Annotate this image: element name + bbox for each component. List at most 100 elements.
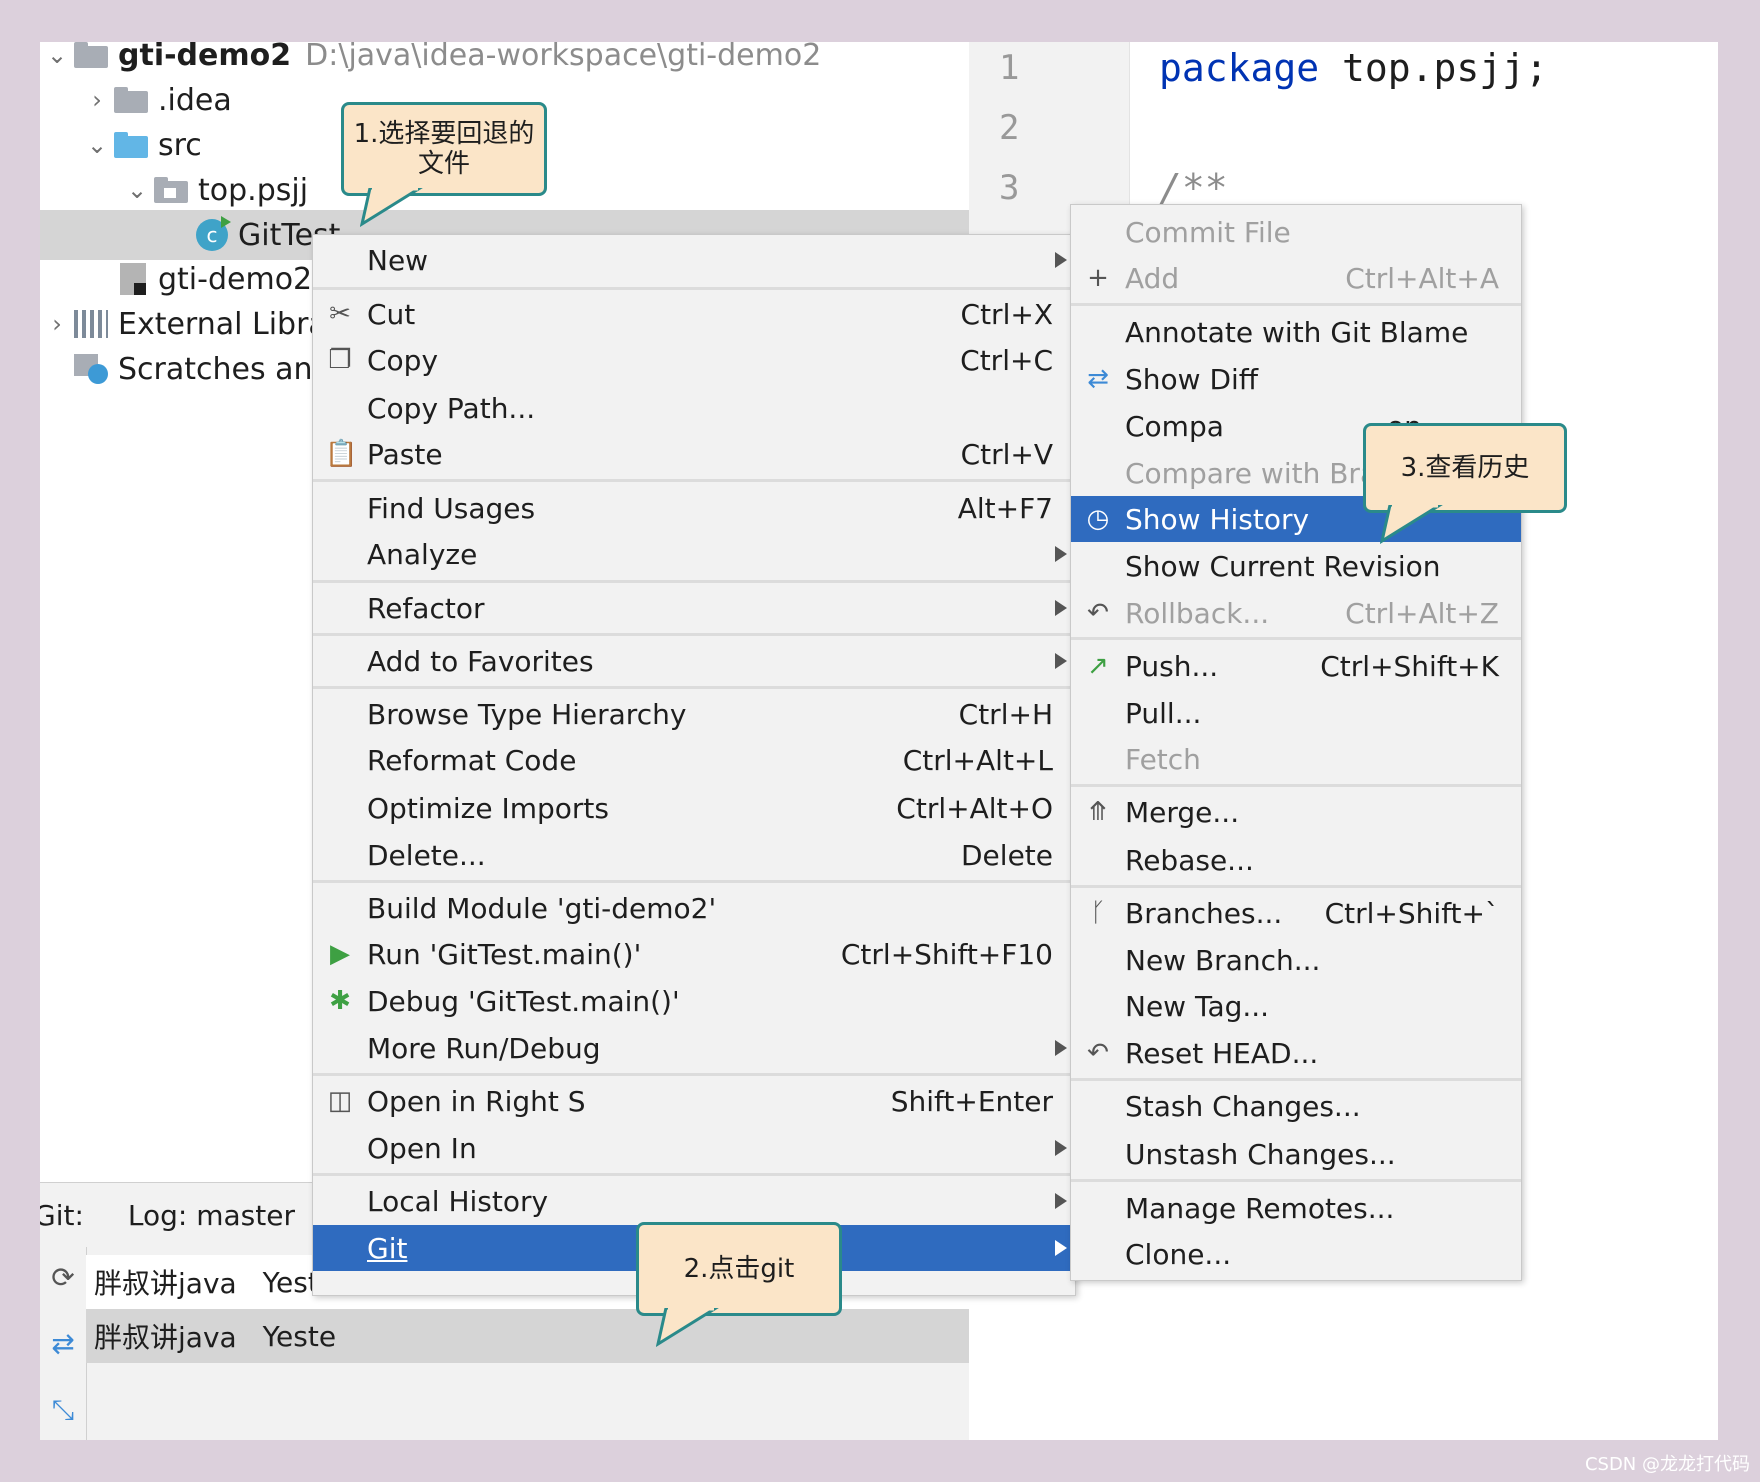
menu-item-optimize[interactable]: Optimize Imports Ctrl+Alt+O — [313, 785, 1075, 831]
menu-item-unstash[interactable]: Unstash Changes... — [1071, 1131, 1521, 1177]
menu-label: Reset HEAD... — [1125, 1036, 1319, 1070]
menu-label: Stash Changes... — [1125, 1089, 1361, 1123]
menu-label: Build Module 'gti-demo2' — [367, 891, 717, 925]
menu-label: Open In — [367, 1131, 477, 1165]
commit-row[interactable]: 胖叔讲java Yeste — [86, 1309, 969, 1363]
debug-bug-icon: ✱ — [329, 986, 351, 1016]
reset-icon: ↶ — [1087, 1038, 1109, 1068]
shortcut: Ctrl+X — [960, 297, 1053, 331]
shortcut: Ctrl+Shift+F10 — [840, 937, 1053, 971]
menu-label: Find Usages — [367, 491, 536, 525]
chevron-down-icon[interactable]: ⌄ — [80, 131, 114, 159]
menu-item-manage-remotes[interactable]: Manage Remotes... — [1071, 1185, 1521, 1231]
menu-label: Add to Favorites — [367, 644, 594, 678]
menu-label: Commit File — [1125, 215, 1291, 249]
separator — [313, 633, 1075, 636]
menu-item-reset-head[interactable]: ↶ Reset HEAD... — [1071, 1030, 1521, 1076]
menu-item-reformat[interactable]: Reformat Code Ctrl+Alt+L — [313, 737, 1075, 783]
menu-item-merge[interactable]: ⤊ Merge... — [1071, 789, 1521, 835]
menu-item-local-history[interactable]: Local History — [313, 1178, 1075, 1224]
tree-item-idea[interactable]: › .idea — [80, 75, 232, 125]
menu-item-new-tag[interactable]: New Tag... — [1071, 983, 1521, 1029]
menu-label: Branches... — [1125, 896, 1283, 930]
merge-icon: ⤊ — [1087, 797, 1109, 827]
keyword: package — [1159, 46, 1320, 90]
submenu-arrow-icon — [1055, 653, 1067, 669]
menu-label: Copy — [367, 343, 439, 377]
shortcut: Ctrl+Alt+A — [1345, 261, 1499, 295]
menu-label: Unstash Changes... — [1125, 1137, 1396, 1171]
separator — [313, 287, 1075, 290]
submenu-arrow-icon — [1055, 600, 1067, 616]
git-side-toolbar: ⟳ ⇄ ⤡ — [40, 1247, 87, 1440]
menu-label: Manage Remotes... — [1125, 1191, 1395, 1225]
menu-item-commit-file[interactable]: Commit File — [1071, 209, 1521, 255]
tree-item-src[interactable]: ⌄ src — [80, 120, 202, 170]
menu-label: Optimize Imports — [367, 791, 609, 825]
menu-item-stash[interactable]: Stash Changes... — [1071, 1083, 1521, 1129]
callout-step3: 3.查看历史 — [1363, 423, 1567, 513]
menu-item-more-run[interactable]: More Run/Debug — [313, 1025, 1075, 1071]
git-submenu: Commit File + Add Ctrl+Alt+A Annotate with… — [1070, 204, 1522, 1281]
tree-item-package[interactable]: ⌄ top.psjj — [120, 165, 308, 215]
shortcut: Shift+Enter — [890, 1084, 1053, 1118]
menu-item-new-branch[interactable]: New Branch... — [1071, 937, 1521, 983]
project-path: D:\java\idea-workspace\gti-demo2 — [305, 42, 822, 73]
menu-item-annotate[interactable]: Annotate with Git Blame — [1071, 309, 1521, 355]
chevron-down-icon[interactable]: ⌄ — [120, 176, 154, 204]
menu-item-build-module[interactable]: Build Module 'gti-demo2' — [313, 885, 1075, 931]
shortcut: Ctrl+Shift+` — [1324, 896, 1499, 930]
menu-label: Local History — [367, 1184, 549, 1218]
watermark: CSDN @龙龙打代码 — [1584, 1454, 1750, 1475]
line-number: 1 — [999, 48, 1020, 88]
collapse-icon[interactable]: ⤡ — [46, 1393, 80, 1427]
diff-arrows-icon[interactable]: ⇄ — [46, 1327, 80, 1361]
menu-item-rollback[interactable]: ↶ Rollback... Ctrl+Alt+Z — [1071, 590, 1521, 636]
menu-item-cut[interactable]: ✂ Cut Ctrl+X — [313, 291, 1075, 337]
menu-item-browse-type[interactable]: Browse Type Hierarchy Ctrl+H — [313, 691, 1075, 737]
menu-item-add-favorites[interactable]: Add to Favorites — [313, 638, 1075, 684]
menu-item-find-usages[interactable]: Find Usages Alt+F7 — [313, 485, 1075, 531]
menu-item-pull[interactable]: Pull... — [1071, 690, 1521, 736]
menu-item-new[interactable]: New — [313, 237, 1075, 283]
menu-item-show-diff[interactable]: ⇄ Show Diff — [1071, 356, 1521, 402]
menu-item-open-right[interactable]: ◫ Open in Right S Shift+Enter — [313, 1078, 1075, 1124]
menu-item-analyze[interactable]: Analyze — [313, 531, 1075, 577]
chevron-right-icon[interactable]: › — [80, 86, 114, 114]
menu-item-delete[interactable]: Delete... Delete — [313, 832, 1075, 878]
menu-item-debug[interactable]: ✱ Debug 'GitTest.main()' — [313, 978, 1075, 1024]
log-tab[interactable]: Log: master — [128, 1199, 295, 1232]
menu-item-push[interactable]: ↗ Push... Ctrl+Shift+K — [1071, 643, 1521, 689]
menu-item-copy-path[interactable]: Copy Path... — [313, 385, 1075, 431]
menu-item-add[interactable]: + Add Ctrl+Alt+A — [1071, 255, 1521, 301]
menu-item-fetch[interactable]: Fetch — [1071, 736, 1521, 782]
menu-item-paste[interactable]: 📋 Paste Ctrl+V — [313, 431, 1075, 477]
refresh-icon[interactable]: ⟳ — [46, 1261, 80, 1295]
menu-item-clone[interactable]: Clone... — [1071, 1231, 1521, 1277]
submenu-arrow-icon — [1055, 1240, 1067, 1256]
tree-item-iml[interactable]: gti-demo2.i — [120, 254, 330, 304]
callout-step2: 2.点击git — [636, 1222, 842, 1316]
undo-icon: ↶ — [1087, 598, 1109, 628]
menu-item-refactor[interactable]: Refactor — [313, 585, 1075, 631]
submenu-arrow-icon — [1055, 1193, 1067, 1209]
menu-item-show-current-revision[interactable]: Show Current Revision — [1071, 543, 1521, 589]
chevron-down-icon[interactable]: ⌄ — [40, 42, 74, 69]
commit-date: Yeste — [262, 1319, 337, 1353]
plus-icon: + — [1087, 263, 1109, 293]
menu-label: Git — [367, 1231, 408, 1265]
separator — [1071, 1078, 1521, 1081]
menu-label: Debug 'GitTest.main()' — [367, 984, 680, 1018]
menu-item-branches[interactable]: ᚴ Branches... Ctrl+Shift+` — [1071, 890, 1521, 936]
menu-item-open-in[interactable]: Open In — [313, 1125, 1075, 1171]
separator — [313, 580, 1075, 583]
menu-item-copy[interactable]: ❐ Copy Ctrl+C — [313, 337, 1075, 383]
branch-icon: ᚴ — [1090, 898, 1106, 928]
submenu-arrow-icon — [1055, 1040, 1067, 1056]
menu-item-rebase[interactable]: Rebase... — [1071, 837, 1521, 883]
menu-item-run[interactable]: ▶ Run 'GitTest.main()' Ctrl+Shift+F10 — [313, 931, 1075, 977]
scratches-icon — [74, 354, 108, 384]
menu-label: Run 'GitTest.main()' — [367, 937, 642, 971]
separator — [1071, 1179, 1521, 1182]
chevron-right-icon[interactable]: › — [40, 310, 74, 338]
